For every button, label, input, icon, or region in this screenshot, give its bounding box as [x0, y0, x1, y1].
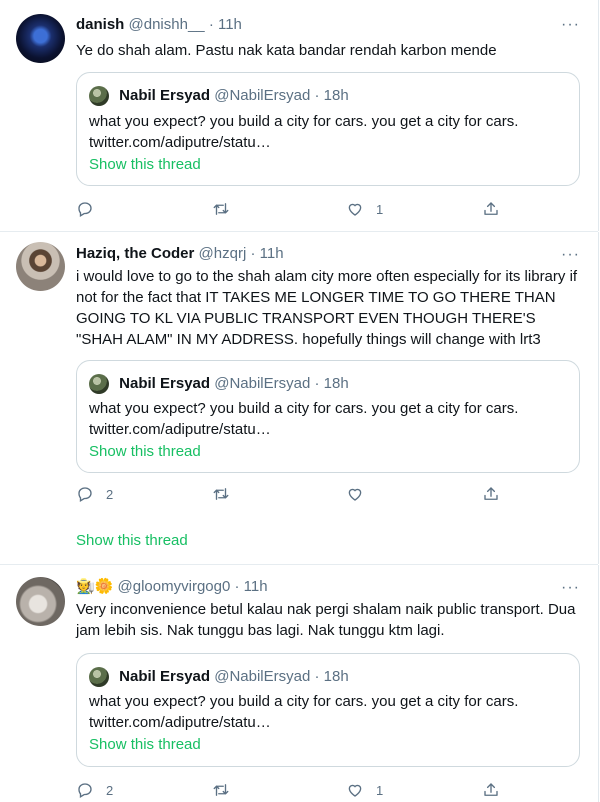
quoted-timestamp: 18h: [323, 87, 349, 104]
quoted-avatar: [89, 667, 109, 688]
author-name[interactable]: danish: [76, 16, 124, 33]
quoted-tweet[interactable]: Nabil Ersyad @NabilErsyad · 18h what you…: [76, 72, 580, 186]
author-handle[interactable]: @dnishh__: [129, 16, 205, 33]
quoted-author-handle: @NabilErsyad: [214, 87, 311, 104]
more-options-icon[interactable]: ···: [561, 17, 580, 33]
tweet[interactable]: Haziq, the Coder @hzqrj · 11h ··· i woul…: [0, 232, 599, 564]
avatar[interactable]: [16, 242, 65, 291]
retweet-icon: [213, 488, 229, 500]
avatar[interactable]: [16, 577, 65, 626]
quoted-avatar: [89, 86, 109, 107]
like-count: 1: [376, 201, 384, 217]
retweet-button[interactable]: [212, 199, 242, 219]
reply-count: 2: [106, 486, 114, 502]
separator-dot: ·: [314, 668, 320, 685]
quoted-link[interactable]: twitter.com/adiputre/statu…: [89, 132, 271, 153]
share-icon: [484, 783, 498, 796]
heart-icon: [348, 203, 362, 216]
quoted-text: what you expect? you build a city for ca…: [89, 400, 519, 417]
reply-button[interactable]: 2: [76, 780, 113, 800]
retweet-icon: [213, 784, 229, 796]
action-bar: 2 1: [76, 780, 516, 800]
quoted-author-handle: @NabilErsyad: [214, 375, 311, 392]
quoted-header: Nabil Ersyad @NabilErsyad · 18h: [89, 374, 349, 395]
share-icon: [484, 487, 498, 500]
reply-count: 2: [106, 782, 114, 798]
share-button[interactable]: [482, 780, 500, 800]
more-options-icon[interactable]: ···: [561, 247, 580, 263]
quoted-header: Nabil Ersyad @NabilErsyad · 18h: [89, 667, 349, 688]
quoted-link[interactable]: twitter.com/adiputre/statu…: [89, 712, 271, 733]
quoted-show-thread-link[interactable]: Show this thread: [89, 734, 201, 755]
quoted-show-thread-link[interactable]: Show this thread: [89, 441, 201, 462]
tweet[interactable]: 🧑‍🌾🌼 @gloomyvirgog0 · 11h ··· Very incon…: [0, 565, 599, 802]
separator-dot: ·: [208, 16, 214, 33]
heart-icon: [348, 488, 362, 501]
reply-button[interactable]: 2: [76, 484, 113, 504]
like-button[interactable]: 1: [346, 199, 383, 219]
tweet-text: Very inconvenience betul kalau nak pergi…: [76, 601, 576, 639]
separator-dot: ·: [234, 578, 240, 595]
quoted-author-name: Nabil Ersyad: [119, 668, 211, 685]
share-button[interactable]: [482, 484, 500, 504]
more-options-icon[interactable]: ···: [561, 580, 580, 596]
quoted-tweet[interactable]: Nabil Ersyad @NabilErsyad · 18h what you…: [76, 653, 580, 767]
quoted-text: what you expect? you build a city for ca…: [89, 113, 519, 130]
action-bar: 1: [76, 199, 516, 219]
separator-dot: ·: [314, 87, 320, 104]
reply-icon: [78, 783, 92, 798]
show-thread-link[interactable]: Show this thread: [76, 531, 188, 551]
timestamp[interactable]: 11h: [218, 16, 242, 33]
author-name[interactable]: 🧑‍🌾🌼: [76, 578, 113, 595]
share-button[interactable]: [482, 199, 500, 219]
quoted-avatar: [89, 374, 109, 395]
quoted-header: Nabil Ersyad @NabilErsyad · 18h: [89, 86, 349, 107]
timestamp[interactable]: 11h: [244, 578, 268, 595]
quoted-text: what you expect? you build a city for ca…: [89, 693, 519, 710]
separator-dot: ·: [314, 375, 320, 392]
quoted-timestamp: 18h: [323, 375, 349, 392]
separator-dot: ·: [250, 245, 256, 262]
reply-icon: [78, 487, 92, 502]
author-handle[interactable]: @gloomyvirgog0: [118, 578, 231, 595]
tweet-header: danish @dnishh__ · 11h: [76, 15, 242, 35]
author-handle[interactable]: @hzqrj: [199, 245, 247, 262]
reply-button[interactable]: [76, 199, 106, 219]
action-bar: 2: [76, 484, 516, 504]
quoted-author-name: Nabil Ersyad: [119, 375, 211, 392]
tweet-text: i would love to go to the shah alam city…: [76, 268, 578, 348]
retweet-button[interactable]: [212, 780, 242, 800]
quoted-timestamp: 18h: [323, 668, 349, 685]
tweet-header: Haziq, the Coder @hzqrj · 11h: [76, 244, 284, 264]
quoted-tweet[interactable]: Nabil Ersyad @NabilErsyad · 18h what you…: [76, 360, 580, 473]
tweet[interactable]: danish @dnishh__ · 11h ··· Ye do shah al…: [0, 0, 599, 231]
author-name[interactable]: Haziq, the Coder: [76, 245, 194, 262]
like-button[interactable]: 1: [346, 780, 383, 800]
avatar[interactable]: [16, 14, 65, 63]
share-icon: [484, 202, 498, 215]
tweet-text: Ye do shah alam. Pastu nak kata bandar r…: [76, 42, 497, 59]
quoted-link[interactable]: twitter.com/adiputre/statu…: [89, 419, 271, 440]
heart-icon: [348, 784, 362, 797]
timestamp[interactable]: 11h: [260, 245, 284, 262]
like-count: 1: [376, 782, 384, 798]
quoted-author-name: Nabil Ersyad: [119, 87, 211, 104]
tweet-header: 🧑‍🌾🌼 @gloomyvirgog0 · 11h: [76, 577, 268, 597]
like-button[interactable]: [346, 484, 376, 504]
quoted-show-thread-link[interactable]: Show this thread: [89, 154, 201, 175]
retweet-button[interactable]: [212, 484, 242, 504]
quoted-author-handle: @NabilErsyad: [214, 668, 311, 685]
reply-icon: [78, 202, 92, 217]
retweet-icon: [213, 203, 229, 215]
